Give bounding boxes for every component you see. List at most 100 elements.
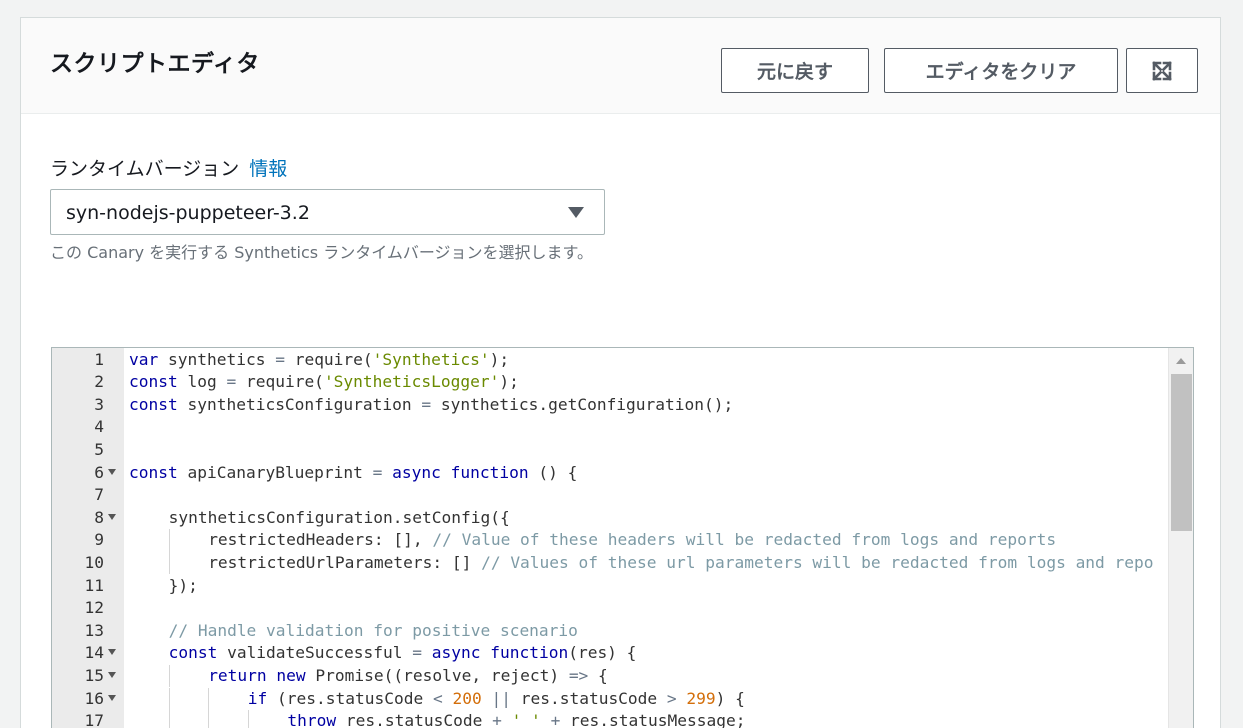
code-token: (res) { <box>568 643 637 663</box>
code-token: 'SyntheticsLogger' <box>323 372 500 392</box>
fold-arrow-icon[interactable] <box>108 513 116 520</box>
code-token: restrictedUrlParameters: [] <box>208 552 482 572</box>
code-editor[interactable]: 1 var synthetics = require('Synthetics');… <box>51 347 1194 728</box>
code-text: return new Promise((resolve, reject) => … <box>208 665 608 688</box>
code-token: apiCanaryBlueprint <box>177 462 373 482</box>
code-line[interactable]: 15 return new Promise((resolve, reject) =… <box>52 664 1169 688</box>
code-line[interactable]: 5 <box>52 439 1169 462</box>
line-number: 17 <box>84 711 105 728</box>
runtime-version-label-text: ランタイムバージョン <box>50 158 240 180</box>
fold-arrow-icon[interactable] <box>108 671 116 678</box>
code-line[interactable]: 6 const apiCanaryBlueprint = async functi… <box>52 462 1169 485</box>
code-text: restrictedUrlParameters: [] // Values of… <box>208 552 1153 575</box>
vertical-scrollbar[interactable] <box>1168 348 1193 728</box>
code-token: + <box>550 711 561 728</box>
code-token: if <box>247 688 268 708</box>
code-token: // Handle validation for positive scenar… <box>168 620 578 640</box>
line-number: 13 <box>84 620 105 640</box>
code-token: require( <box>236 372 324 392</box>
code-line[interactable]: 4 <box>52 416 1169 439</box>
indent-guide <box>168 687 170 711</box>
clear-editor-button[interactable]: エディタをクリア <box>884 48 1118 93</box>
code-token: function <box>490 643 569 663</box>
code-text: const apiCanaryBlueprint = async functio… <box>129 462 577 485</box>
runtime-version-select[interactable]: syn-nodejs-puppeteer-3.2 <box>50 189 605 235</box>
code-line[interactable]: 12 <box>52 597 1169 620</box>
code-line[interactable]: 7 <box>52 484 1169 507</box>
code-token: res.statusCode <box>510 688 667 708</box>
code-token: = <box>275 349 285 369</box>
code-token: function <box>450 462 529 482</box>
code-line[interactable]: 2 const log = require('SyntheticsLogger')… <box>52 371 1169 394</box>
scrollbar-thumb[interactable] <box>1171 374 1192 531</box>
code-token: ); <box>489 349 510 369</box>
script-editor-panel: スクリプトエディタ 元に戻す エディタをクリア ランタイムバージョン 情報 syn… <box>20 17 1221 728</box>
code-token: log <box>177 372 227 392</box>
line-number: 5 <box>94 439 104 459</box>
scroll-up-arrow-icon[interactable] <box>1176 358 1186 364</box>
code-token: = <box>421 394 432 414</box>
fold-arrow-icon[interactable] <box>108 468 116 475</box>
fullscreen-button[interactable] <box>1126 48 1198 93</box>
code-token: var <box>129 349 159 369</box>
code-token: = <box>372 462 383 482</box>
code-token: Promise((resolve, reject) <box>305 665 569 685</box>
code-token: syntheticsConfiguration.setConfig({ <box>168 507 510 527</box>
line-number: 2 <box>94 372 104 392</box>
line-number: 9 <box>94 530 104 550</box>
code-text: if (res.statusCode < 200 || res.statusCo… <box>248 688 745 711</box>
code-token: new <box>276 665 306 685</box>
code-text: var synthetics = require('Synthetics'); <box>129 349 509 372</box>
code-token: res.statusCode <box>336 711 493 728</box>
code-line[interactable]: 9 restrictedHeaders: [], // Value of thes… <box>52 529 1169 552</box>
code-line[interactable]: 10 restrictedUrlParameters: [] // Values … <box>52 551 1169 575</box>
code-token: async <box>392 462 441 482</box>
code-line[interactable]: 11}); <box>52 575 1169 598</box>
code-line[interactable]: 3 const syntheticsConfiguration = synthet… <box>52 394 1169 417</box>
code-token: 299 <box>686 688 716 708</box>
indent-guide <box>168 529 170 552</box>
code-token: = <box>226 372 237 392</box>
indent-guide <box>168 710 170 728</box>
code-token: > <box>666 688 677 708</box>
code-token: const <box>129 462 178 482</box>
code-token: require( <box>284 349 373 369</box>
code-line[interactable]: 1 var synthetics = require('Synthetics'); <box>52 349 1169 372</box>
code-token: res.statusMessage; <box>560 711 746 728</box>
fold-arrow-icon[interactable] <box>108 694 116 701</box>
code-token: throw <box>287 711 337 728</box>
line-number: 15 <box>84 665 105 685</box>
line-number: 11 <box>84 575 105 595</box>
code-token: < <box>432 688 443 708</box>
code-token: ); <box>499 372 519 392</box>
code-token: 'Synthetics' <box>372 349 490 369</box>
code-token: 200 <box>452 688 482 708</box>
line-number: 8 <box>94 507 104 527</box>
undo-button[interactable]: 元に戻す <box>721 48 869 93</box>
code-token: syntheticsConfiguration <box>177 394 422 414</box>
code-token: (res.statusCode <box>267 688 433 708</box>
runtime-info-link[interactable]: 情報 <box>249 158 287 180</box>
indent-guide <box>208 710 210 728</box>
code-token: async <box>431 643 481 663</box>
line-number: 7 <box>94 485 104 505</box>
code-line[interactable]: 8 syntheticsConfiguration.setConfig({ <box>52 507 1169 530</box>
code-line[interactable]: 16 if (res.statusCode < 200 || res.status… <box>52 687 1169 711</box>
line-number: 12 <box>84 598 105 618</box>
code-token: return <box>208 665 267 685</box>
fold-arrow-icon[interactable] <box>108 649 116 656</box>
code-text: }); <box>169 575 198 598</box>
code-line[interactable]: 14 const validateSuccessful = async funct… <box>52 642 1169 665</box>
code-token: || <box>491 688 511 708</box>
code-token: + <box>492 711 502 728</box>
runtime-version-value: syn-nodejs-puppeteer-3.2 <box>66 202 310 224</box>
indent-guide <box>247 710 249 728</box>
code-text: const log = require('SyntheticsLogger'); <box>129 371 519 394</box>
code-line[interactable]: 17 throw res.statusCode + ' ' + res.statu… <box>52 710 1169 728</box>
code-line[interactable]: 13 // Handle validation for positive scen… <box>52 620 1169 643</box>
